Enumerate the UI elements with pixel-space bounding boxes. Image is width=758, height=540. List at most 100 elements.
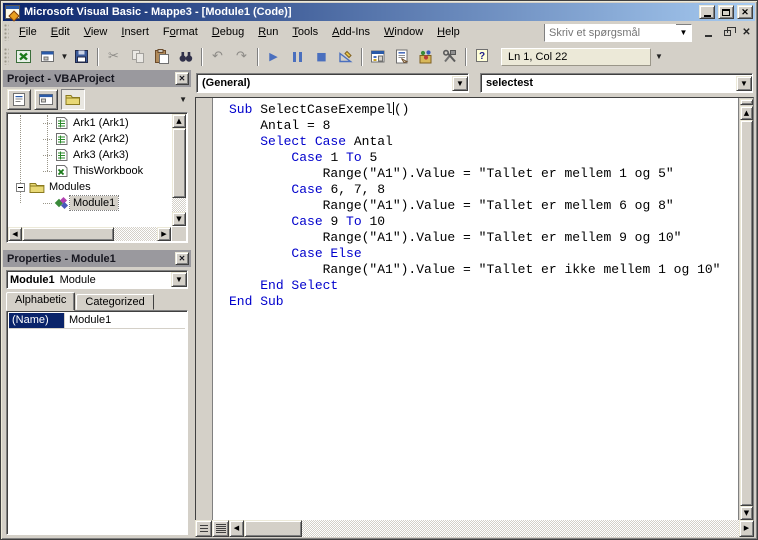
break-button[interactable] — [286, 46, 309, 68]
menu-item-debug[interactable]: Debug — [205, 24, 251, 41]
tree-item-ark1-ark1[interactable]: Ark1 (Ark1) — [9, 115, 171, 131]
reset-button[interactable]: ■ — [310, 46, 333, 68]
design-mode-button[interactable] — [334, 46, 357, 68]
toolbar-gripper[interactable] — [4, 48, 9, 65]
mdi-close-button[interactable]: ✕ — [740, 27, 753, 39]
menu-bar-gripper[interactable] — [4, 24, 9, 41]
menu-item-insert[interactable]: Insert — [114, 24, 156, 41]
tree-item-ark3-ark3[interactable]: Ark3 (Ark3) — [9, 147, 171, 163]
code-line-6[interactable]: Case 6, 7, 8 — [229, 182, 737, 198]
tree-item-modules[interactable]: Modules — [9, 179, 171, 195]
menu-item-file[interactable]: File — [12, 24, 44, 41]
tab-categorized[interactable]: Categorized — [76, 294, 154, 310]
scroll-thumb[interactable] — [172, 128, 186, 198]
paste-button[interactable] — [150, 46, 173, 68]
tree-item-thisworkbook[interactable]: ThisWorkbook — [9, 163, 171, 179]
menu-item-edit[interactable]: Edit — [44, 24, 77, 41]
project-panel-close-button[interactable]: ✕ — [175, 72, 189, 85]
question-dropdown-arrow-icon[interactable]: ▼ — [676, 24, 691, 41]
code-vertical-scrollbar[interactable]: ▲ ▼ — [738, 98, 753, 520]
maximize-button[interactable] — [718, 5, 734, 19]
view-object-button[interactable] — [34, 89, 58, 110]
properties-panel-header[interactable]: Properties - Module1 ✕ — [3, 250, 191, 267]
view-code-button[interactable] — [7, 89, 31, 110]
property-name[interactable]: (Name) — [9, 313, 65, 328]
code-line-8[interactable]: Case 9 To 10 — [229, 214, 737, 230]
module-icon — [53, 196, 69, 210]
properties-window-button[interactable] — [390, 46, 413, 68]
save-button[interactable] — [70, 46, 93, 68]
project-explorer-button[interactable] — [366, 46, 389, 68]
object-browser-button[interactable] — [414, 46, 437, 68]
property-row[interactable]: (Name) Module1 — [9, 313, 185, 329]
code-line-4[interactable]: Case 1 To 5 — [229, 150, 737, 166]
question-input[interactable] — [545, 23, 676, 42]
split-handle[interactable] — [740, 99, 753, 105]
tree-item-ark2-ark2[interactable]: Ark2 (Ark2) — [9, 131, 171, 147]
object-combo-arrow-icon[interactable]: ▼ — [171, 272, 187, 287]
menu-item-format[interactable]: Format — [156, 24, 205, 41]
toolbar-options-chevron-icon[interactable]: ▼ — [655, 52, 663, 61]
insert-userform-button[interactable] — [36, 46, 59, 68]
menu-item-add-ins[interactable]: Add-Ins — [325, 24, 377, 41]
scroll-thumb[interactable] — [244, 520, 302, 537]
mdi-minimize-button[interactable] — [702, 27, 715, 39]
scroll-right-arrow-icon[interactable]: ▶ — [157, 227, 171, 241]
code-line-9[interactable]: Range("A1").Value = "Tallet er mellem 9 … — [229, 230, 737, 246]
toolbox-button[interactable] — [438, 46, 461, 68]
procedure-dropdown[interactable]: selectest ▼ — [480, 73, 753, 93]
run-sub-button[interactable]: ▶ — [262, 46, 285, 68]
close-button[interactable]: ✕ — [737, 5, 753, 19]
code-line-13[interactable]: End Sub — [229, 294, 737, 310]
procedure-view-button[interactable] — [195, 520, 212, 537]
code-line-12[interactable]: End Select — [229, 278, 737, 294]
tree-expander-minus-icon[interactable] — [16, 182, 25, 192]
code-line-1[interactable]: Sub SelectCaseExempel() — [229, 102, 737, 118]
scroll-up-arrow-icon[interactable]: ▲ — [740, 106, 753, 120]
code-line-2[interactable]: Antal = 8 — [229, 118, 737, 134]
full-module-view-button[interactable] — [212, 520, 229, 537]
menu-item-tools[interactable]: Tools — [285, 24, 325, 41]
project-tree-horizontal-scrollbar[interactable]: ◀ ▶ — [8, 227, 171, 241]
properties-object-combo[interactable]: Module1 Module ▼ — [6, 270, 188, 289]
code-line-11[interactable]: Range("A1").Value = "Tallet er ikke mell… — [229, 262, 737, 278]
minimize-button[interactable] — [699, 5, 715, 19]
view-microsoft-excel-button[interactable] — [12, 46, 35, 68]
property-value[interactable]: Module1 — [65, 313, 185, 328]
find-button[interactable] — [174, 46, 197, 68]
project-panel-header[interactable]: Project - VBAProject ✕ — [3, 70, 191, 87]
object-dropdown[interactable]: (General) ▼ — [196, 73, 469, 93]
code-text[interactable]: Sub SelectCaseExempel() Antal = 8 Select… — [214, 102, 737, 520]
code-line-7[interactable]: Range("A1").Value = "Tallet er mellem 6 … — [229, 198, 737, 214]
project-tree-vertical-scrollbar[interactable]: ▲ ▼ — [172, 114, 186, 226]
object-dropdown-arrow-icon[interactable]: ▼ — [452, 75, 468, 91]
code-line-3[interactable]: Select Case Antal — [229, 134, 737, 150]
menu-item-view[interactable]: View — [77, 24, 115, 41]
tree-item-module1[interactable]: Module1 — [9, 195, 171, 211]
code-horizontal-scrollbar[interactable]: ◀ ▶ — [229, 520, 754, 537]
scroll-right-arrow-icon[interactable]: ▶ — [739, 520, 754, 537]
scroll-thumb[interactable] — [22, 227, 114, 241]
scroll-down-arrow-icon[interactable]: ▼ — [740, 506, 753, 520]
scroll-thumb[interactable] — [740, 120, 753, 506]
help-button[interactable]: ? — [470, 46, 493, 68]
mdi-restore-button[interactable] — [721, 26, 736, 39]
menu-item-window[interactable]: Window — [377, 24, 430, 41]
insert-userform-dropdown-arrow-icon[interactable]: ▼ — [60, 52, 69, 61]
code-line-10[interactable]: Case Else — [229, 246, 737, 262]
scroll-up-arrow-icon[interactable]: ▲ — [172, 114, 186, 128]
menu-item-run[interactable]: Run — [251, 24, 285, 41]
code-editor[interactable]: Sub SelectCaseExempel() Antal = 8 Select… — [195, 97, 754, 520]
toggle-folders-button[interactable] — [61, 89, 85, 110]
code-margin-indicator-bar[interactable] — [196, 98, 213, 520]
properties-panel-close-button[interactable]: ✕ — [175, 252, 189, 265]
tab-alphabetic[interactable]: Alphabetic — [6, 292, 76, 311]
code-line-5[interactable]: Range("A1").Value = "Tallet er mellem 1 … — [229, 166, 737, 182]
scroll-left-arrow-icon[interactable]: ◀ — [8, 227, 22, 241]
menu-item-help[interactable]: Help — [430, 24, 467, 41]
procedure-dropdown-arrow-icon[interactable]: ▼ — [736, 75, 752, 91]
scroll-left-arrow-icon[interactable]: ◀ — [229, 520, 244, 537]
project-toolbar-chevron-icon[interactable]: ▼ — [179, 95, 187, 104]
procedure-view-icon — [199, 525, 208, 532]
scroll-down-arrow-icon[interactable]: ▼ — [172, 212, 186, 226]
